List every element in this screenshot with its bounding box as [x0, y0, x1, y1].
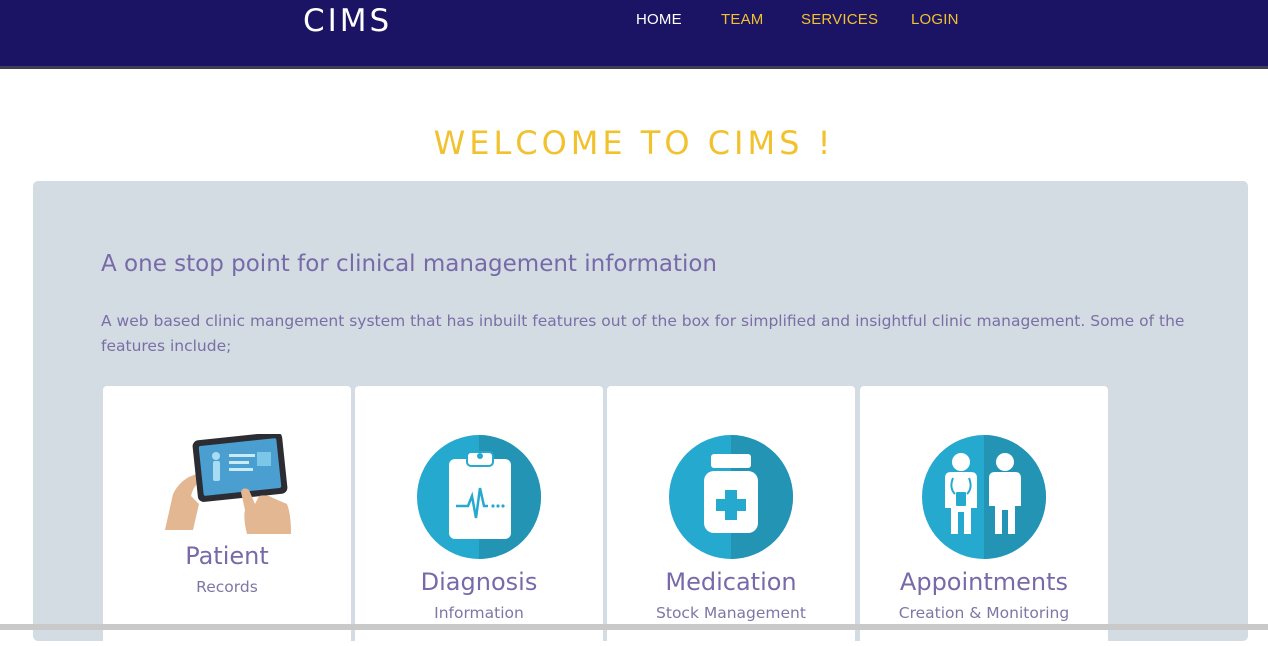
feature-subtitle-patient: Records [196, 578, 258, 596]
tablet-patient-icon [165, 434, 291, 534]
panel-subtitle: A one stop point for clinical management… [101, 251, 718, 277]
medicine-bottle-icon [669, 435, 793, 559]
nav-login-link[interactable]: LOGIN [911, 11, 959, 28]
nav-team-link[interactable]: TEAM [721, 11, 763, 28]
feature-title-medication: Medication [665, 568, 797, 596]
feature-card-medication[interactable]: Medication Stock Management [607, 386, 855, 646]
feature-title-patient: Patient [185, 542, 269, 570]
nav-services-link[interactable]: SERVICES [801, 11, 878, 28]
features-panel: A one stop point for clinical management… [33, 181, 1248, 646]
horizontal-scrollbar[interactable] [0, 624, 1268, 630]
feature-subtitle-appointments: Creation & Monitoring [898, 604, 1070, 622]
clipboard-heartbeat-icon [417, 435, 541, 559]
doctor-patient-icon [922, 435, 1046, 559]
panel-description: A web based clinic mangement system that… [101, 312, 1185, 355]
feature-title-diagnosis: Diagnosis [420, 568, 538, 596]
top-navbar: CIMS HOME TEAM SERVICES LOGIN [0, 0, 1268, 69]
feature-card-appointments[interactable]: Appointments Creation & Monitoring [860, 386, 1108, 646]
feature-card-diagnosis[interactable]: Diagnosis Information [355, 386, 603, 646]
feature-subtitle-diagnosis: Information [434, 604, 524, 622]
feature-title-appointments: Appointments [899, 568, 1069, 596]
nav-home-link[interactable]: HOME [636, 11, 682, 28]
brand-logo[interactable]: CIMS [303, 3, 392, 39]
feature-subtitle-medication: Stock Management [656, 604, 806, 622]
welcome-heading: WELCOME TO CIMS ! [433, 124, 835, 162]
feature-card-patient[interactable]: Patient Records [103, 386, 351, 646]
